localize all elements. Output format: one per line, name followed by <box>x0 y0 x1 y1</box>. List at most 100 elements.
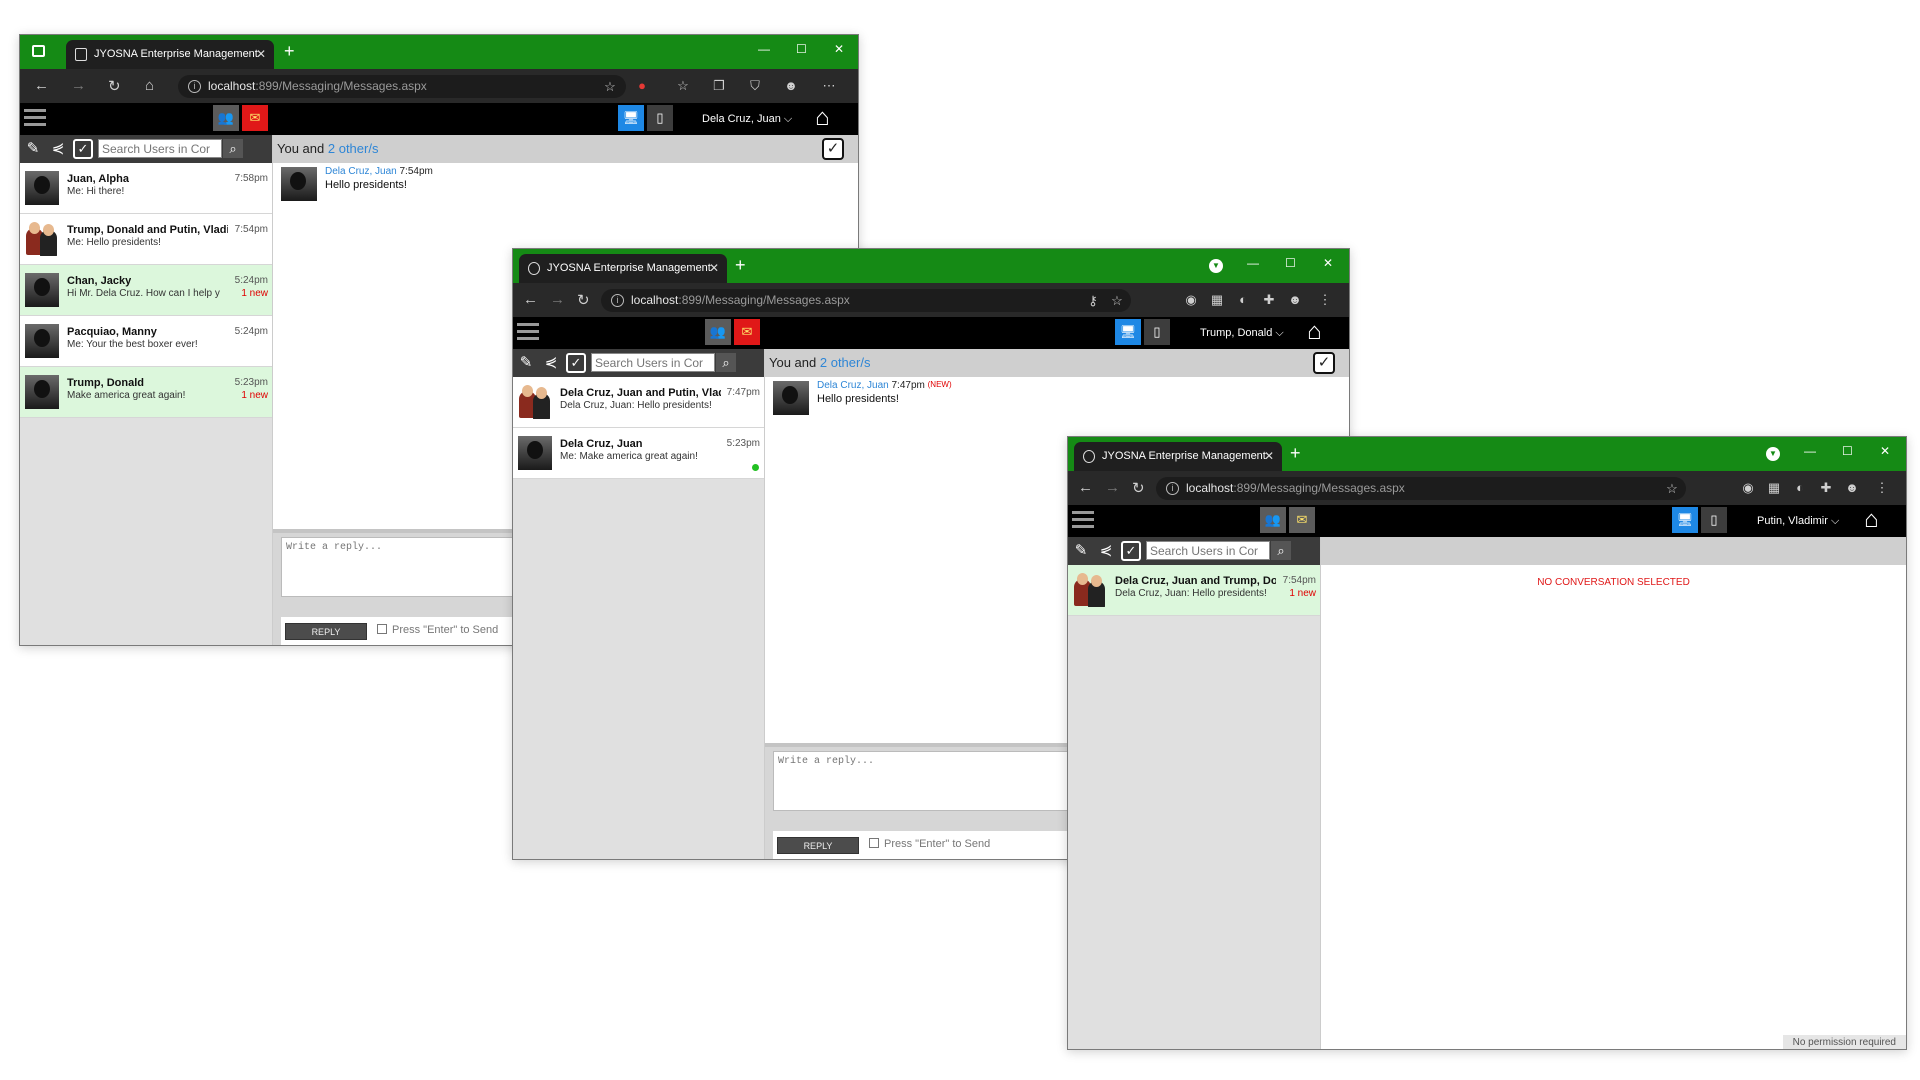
enter-checkbox[interactable] <box>869 838 879 848</box>
forward-icon[interactable]: → <box>550 291 565 308</box>
select-checkbox-icon[interactable]: ✓ <box>822 138 844 160</box>
users-icon[interactable]: 👥 <box>705 319 731 345</box>
enter-to-send[interactable]: Press "Enter" to Send <box>869 838 990 850</box>
desktop-icon[interactable]: 🖥 <box>618 105 644 131</box>
shield-icon[interactable]: ⛉ <box>747 78 763 94</box>
desktop-icon[interactable]: 🖥 <box>1672 507 1698 533</box>
close-icon[interactable]: ✕ <box>1880 444 1890 458</box>
reload-icon[interactable]: ↻ <box>577 291 590 309</box>
profile-icon[interactable]: ▼ <box>1209 259 1223 273</box>
bookmark-star-icon[interactable]: ☆ <box>1664 481 1680 497</box>
participants-link[interactable]: 2 other/s <box>820 355 871 370</box>
devices-icon[interactable]: ▯ <box>1701 507 1727 533</box>
devices-icon[interactable]: ▯ <box>1144 319 1170 345</box>
desktop-icon[interactable]: 🖥 <box>1115 319 1141 345</box>
sheets-icon[interactable]: ▦ <box>1209 292 1225 308</box>
compose-icon[interactable]: ✎ <box>1071 541 1091 561</box>
tab-close-icon[interactable]: ✕ <box>1264 442 1274 471</box>
key-icon[interactable]: ⚷ <box>1085 293 1101 309</box>
user-menu[interactable]: Putin, Vladimir ⌵ <box>1757 505 1839 537</box>
info-icon[interactable]: i <box>611 294 624 307</box>
mail-icon[interactable]: ✉ <box>1289 507 1315 533</box>
mail-icon[interactable]: ✉ <box>734 319 760 345</box>
browser-tab[interactable]: JYOSNA Enterprise Management ✕ <box>66 40 274 69</box>
reload-icon[interactable]: ↻ <box>108 77 121 95</box>
more-icon[interactable]: ⋯ <box>821 78 837 94</box>
new-tab-icon[interactable]: + <box>735 255 746 276</box>
conversation-item[interactable]: Chan, Jacky 5:24pm Hi Mr. Dela Cruz. How… <box>20 265 272 316</box>
minimize-icon[interactable]: — <box>1804 444 1816 458</box>
conversation-item[interactable]: Trump, Donald 5:23pm Make america great … <box>20 367 272 418</box>
add-favorite-icon[interactable]: ☆ <box>602 79 618 95</box>
checkbox-icon[interactable]: ✓ <box>73 139 93 159</box>
extension-icon[interactable]: ◉ <box>1740 480 1756 496</box>
info-icon[interactable]: i <box>1166 482 1179 495</box>
reply-button[interactable]: REPLY <box>777 837 859 854</box>
browser-tab[interactable]: JYOSNA Enterprise Management ✕ <box>1074 442 1282 471</box>
puzzle-icon[interactable]: ✚ <box>1261 292 1277 308</box>
search-icon[interactable]: ⌕ <box>223 139 243 158</box>
maximize-icon[interactable]: ☐ <box>796 42 807 56</box>
message-sender[interactable]: Dela Cruz, Juan 7:54pm <box>325 166 433 177</box>
participants-link[interactable]: 2 other/s <box>328 141 379 156</box>
hamburger-icon[interactable] <box>24 109 46 129</box>
home-icon[interactable]: ⌂ <box>145 77 154 94</box>
sheets-icon[interactable]: ▦ <box>1766 480 1782 496</box>
more-icon[interactable]: ⋮ <box>1874 480 1890 496</box>
home-icon[interactable]: ⌂ <box>815 104 830 132</box>
back-icon[interactable]: ← <box>1078 479 1093 496</box>
compose-icon[interactable]: ✎ <box>23 139 43 159</box>
forward-icon[interactable]: → <box>71 77 86 94</box>
tab-actions-icon[interactable] <box>32 45 45 57</box>
search-icon[interactable]: ⌕ <box>1271 541 1291 560</box>
reload-icon[interactable]: ↻ <box>1132 479 1145 497</box>
minimize-icon[interactable]: — <box>758 42 770 56</box>
enter-to-send[interactable]: Press "Enter" to Send <box>377 624 498 636</box>
reply-button[interactable]: REPLY <box>285 623 367 640</box>
message-sender[interactable]: Dela Cruz, Juan 7:47pm (NEW) <box>817 380 952 391</box>
home-icon[interactable]: ⌂ <box>1307 318 1322 346</box>
conversation-item[interactable]: Juan, Alpha 7:58pm Me: Hi there! <box>20 163 272 214</box>
back-icon[interactable]: ⋞ <box>1096 541 1116 561</box>
checkbox-icon[interactable]: ✓ <box>566 353 586 373</box>
new-tab-icon[interactable]: + <box>284 41 295 62</box>
user-menu[interactable]: Dela Cruz, Juan ⌵ <box>702 103 792 135</box>
maximize-icon[interactable]: ☐ <box>1842 444 1853 458</box>
users-icon[interactable]: 👥 <box>1260 507 1286 533</box>
back-icon[interactable]: ← <box>34 77 49 94</box>
globe-icon[interactable]: ◐ <box>1235 292 1251 308</box>
back-icon[interactable]: ⋞ <box>541 353 561 373</box>
hamburger-icon[interactable] <box>1072 511 1094 531</box>
address-bar[interactable]: i localhost:899/Messaging/Messages.aspx … <box>1156 477 1686 500</box>
profile-avatar-icon[interactable]: ☻ <box>1287 292 1303 308</box>
address-bar[interactable]: i localhost:899/Messaging/Messages.aspx … <box>601 289 1131 312</box>
conversation-item[interactable]: Trump, Donald and Putin, Vladi 7:54pm Me… <box>20 214 272 265</box>
search-input[interactable] <box>1146 541 1270 560</box>
close-icon[interactable]: ✕ <box>834 42 844 56</box>
checkbox-icon[interactable]: ✓ <box>1121 541 1141 561</box>
forward-icon[interactable]: → <box>1105 479 1120 496</box>
puzzle-icon[interactable]: ✚ <box>1818 480 1834 496</box>
globe-icon[interactable]: ◐ <box>1792 480 1808 496</box>
back-icon[interactable]: ← <box>523 291 538 308</box>
profile-icon[interactable]: ▼ <box>1766 447 1780 461</box>
tab-close-icon[interactable]: ✕ <box>256 40 266 69</box>
select-checkbox-icon[interactable]: ✓ <box>1313 352 1335 374</box>
more-icon[interactable]: ⋮ <box>1317 292 1333 308</box>
info-icon[interactable]: i <box>188 80 201 93</box>
extension-icon[interactable]: ◉ <box>1183 292 1199 308</box>
hamburger-icon[interactable] <box>517 323 539 343</box>
browser-tab[interactable]: JYOSNA Enterprise Management ✕ <box>519 254 727 283</box>
conversation-item[interactable]: Dela Cruz, Juan and Putin, Vlad 7:47pm D… <box>513 377 764 428</box>
conversation-item[interactable]: Dela Cruz, Juan and Trump, Do 7:54pm Del… <box>1068 565 1320 616</box>
minimize-icon[interactable]: — <box>1247 256 1259 270</box>
home-icon[interactable]: ⌂ <box>1864 506 1879 534</box>
enter-checkbox[interactable] <box>377 624 387 634</box>
tab-close-icon[interactable]: ✕ <box>709 254 719 283</box>
profile-avatar-icon[interactable]: ☻ <box>783 78 799 94</box>
user-menu[interactable]: Trump, Donald ⌵ <box>1200 317 1284 349</box>
search-icon[interactable]: ⌕ <box>716 353 736 372</box>
extension-icon[interactable]: ● <box>634 78 650 94</box>
search-input[interactable] <box>591 353 715 372</box>
profile-avatar-icon[interactable]: ☻ <box>1844 480 1860 496</box>
